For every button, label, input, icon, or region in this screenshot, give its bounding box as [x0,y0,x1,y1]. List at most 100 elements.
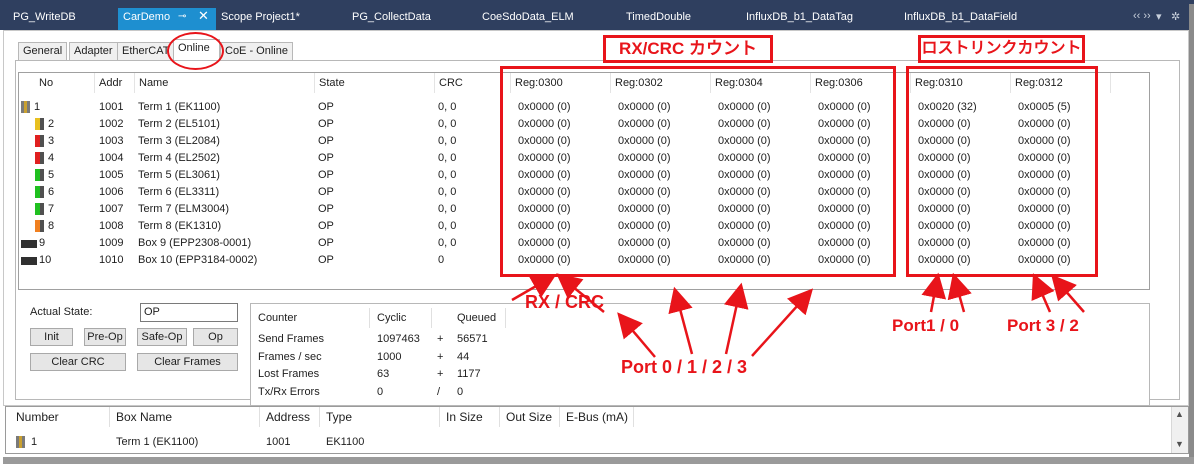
doc-tab-influxdb-datatag[interactable]: InfluxDB_b1_DataTag [746,8,853,30]
col-in-size[interactable]: In Size [440,407,500,427]
cell-r0300: 0x0000 (0) [518,101,571,113]
cell-r0312: 0x0000 (0) [1018,118,1071,130]
cell-r0300: 0x0000 (0) [518,169,571,181]
counter-divider [505,308,506,328]
col-addr[interactable]: Addr [95,73,135,93]
cell-r0302: 0x0000 (0) [618,254,671,266]
box-icon [21,257,37,265]
settings-icon[interactable]: ✲ [1171,10,1180,23]
cell-r0302: 0x0000 (0) [618,186,671,198]
cell-r0306: 0x0000 (0) [818,169,871,181]
cell-crc: 0, 0 [438,169,457,181]
cell-no: 6 [48,186,55,198]
cell-crc: 0, 0 [438,135,457,147]
doc-tab-pg-collectdata[interactable]: PG_CollectData [352,8,431,30]
doc-tab-coesdodata-elm[interactable]: CoeSdoData_ELM [482,8,574,30]
doc-tab-pg-writedb[interactable]: PG_WriteDB [13,8,76,30]
pin-icon[interactable]: ⊸ [178,8,186,26]
col-out-size[interactable]: Out Size [500,407,560,427]
col-state[interactable]: State [315,73,435,93]
device-grid[interactable]: No Addr Name State CRC Reg:0300 Reg:0302… [18,72,1150,290]
cell-r0306: 0x0000 (0) [818,203,871,215]
op-button[interactable]: Op [193,328,238,346]
col-box-name[interactable]: Box Name [110,407,260,427]
clear-frames-button[interactable]: Clear Frames [137,353,238,371]
cell-state: OP [318,135,334,147]
col-reg0302[interactable]: Reg:0302 [611,73,711,93]
tab-adapter[interactable]: Adapter [69,42,118,61]
counter-cyclic-value: 0 [377,385,384,398]
col-type[interactable]: Type [320,407,440,427]
init-button[interactable]: Init [30,328,73,346]
scroll-up-icon[interactable]: ▲ [1175,409,1184,419]
cell-r0304: 0x0000 (0) [718,118,771,130]
cell-name: Term 2 (EL5101) [138,118,220,130]
col-address[interactable]: Address [260,407,320,427]
doc-tab-influxdb-datafield[interactable]: InfluxDB_b1_DataField [904,8,1017,30]
tab-general[interactable]: General [18,42,68,61]
cell-name: Term 1 (EK1100) [138,101,221,113]
cell-r0310: 0x0000 (0) [918,169,971,181]
terminal-green-icon [35,186,44,198]
col-reg0312[interactable]: Reg:0312 [1011,73,1111,93]
coupler-icon [21,101,30,113]
tab-ethercat[interactable]: EtherCAT [117,42,175,61]
cell-name: Box 10 (EPP3184-0002) [138,254,258,266]
port-32-label: Port 3 / 2 [1007,316,1079,335]
cell-r0300: 0x0000 (0) [518,237,571,249]
cell-state: OP [318,220,334,232]
terminal-red-icon [35,135,44,147]
col-crc[interactable]: CRC [435,73,511,93]
cell-no: 4 [48,152,55,164]
col-number[interactable]: Number [10,407,110,427]
col-reg0304[interactable]: Reg:0304 [711,73,811,93]
cell-no: 1 [34,101,41,113]
cell-name: Term 5 (EL3061) [138,169,220,181]
col-no[interactable]: No [35,73,95,93]
doc-tab-cardemo[interactable]: CarDemo ⊸ ✕ [118,8,216,30]
counter-header-cyclic: Cyclic [377,312,407,324]
list-scrollbar[interactable]: ▲ ▼ [1171,407,1188,453]
box-list[interactable]: Number Box Name Address Type In Size Out… [5,406,1189,454]
cell-crc: 0 [438,254,445,266]
cell-r0304: 0x0000 (0) [718,254,771,266]
window-shadow [1189,4,1194,464]
safeop-button[interactable]: Safe-Op [137,328,187,346]
col-reg0306[interactable]: Reg:0306 [811,73,911,93]
col-reg0310[interactable]: Reg:0310 [911,73,1011,93]
col-reg0300[interactable]: Reg:0300 [511,73,611,93]
cell-addr: 1007 [99,203,124,215]
list-cell-type: EK1100 [326,436,365,448]
doc-tab-scope-project[interactable]: Scope Project1* [221,8,300,30]
cell-r0306: 0x0000 (0) [818,152,871,164]
cell-r0302: 0x0000 (0) [618,135,671,147]
cell-r0302: 0x0000 (0) [618,203,671,215]
col-ebus[interactable]: E-Bus (mA) [560,407,634,427]
tab-coe-online[interactable]: CoE - Online [220,42,293,61]
counter-operator: + [437,368,444,380]
cell-r0312: 0x0000 (0) [1018,152,1071,164]
cell-no: 3 [48,135,55,147]
cell-r0306: 0x0000 (0) [818,237,871,249]
close-tab-icon[interactable]: ✕ [198,7,209,25]
cell-r0306: 0x0000 (0) [818,101,871,113]
cell-state: OP [318,186,334,198]
clear-crc-button[interactable]: Clear CRC [30,353,126,371]
counter-queued-value: 56571 [457,333,488,345]
cell-r0306: 0x0000 (0) [818,135,871,147]
cell-r0302: 0x0000 (0) [618,220,671,232]
col-name[interactable]: Name [135,73,315,93]
cell-crc: 0, 0 [438,220,457,232]
doc-tab-timeddouble[interactable]: TimedDouble [626,8,691,30]
preop-button[interactable]: Pre-Op [84,328,126,346]
cell-r0310: 0x0020 (32) [918,101,977,113]
tab-scroll-icon[interactable]: ‹‹ ›› [1133,10,1151,22]
cell-r0312: 0x0005 (5) [1018,101,1071,113]
tab-menu-icon[interactable]: ▾ [1156,10,1162,23]
counter-label: Tx/Rx Errors [258,385,320,398]
cell-r0304: 0x0000 (0) [718,220,771,232]
cell-r0306: 0x0000 (0) [818,220,871,232]
scroll-down-icon[interactable]: ▼ [1175,439,1184,449]
terminal-orange-icon [35,220,44,232]
terminal-green-icon [35,169,44,181]
